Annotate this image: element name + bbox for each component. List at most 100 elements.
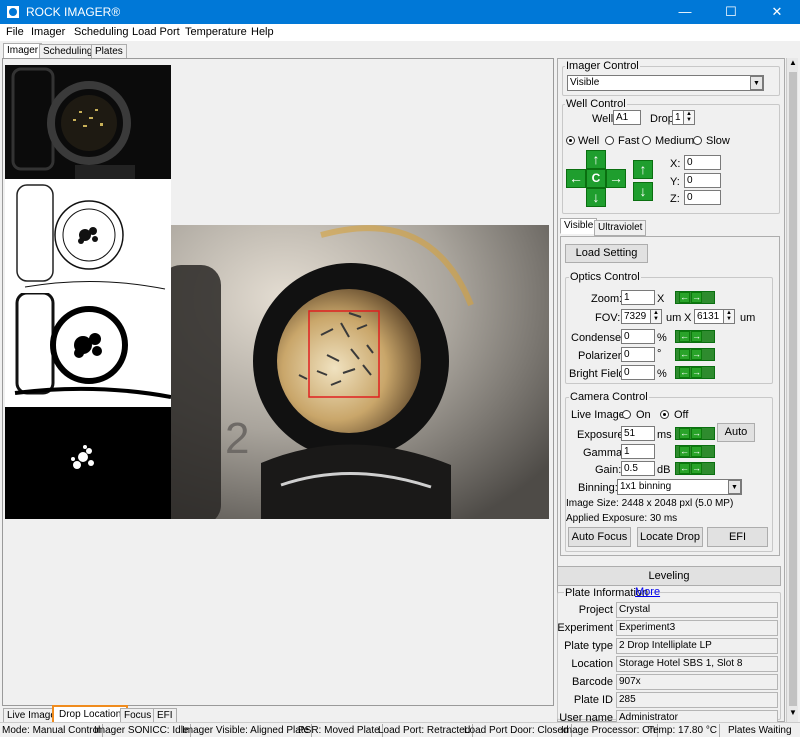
zoom-unit: X (657, 293, 665, 305)
status-temperature: Temp: 17.80 °C (646, 724, 721, 737)
thumbnail-edges[interactable] (5, 179, 171, 293)
efi-button[interactable]: EFI (707, 527, 768, 547)
scroll-up-icon[interactable]: ▲ (787, 58, 799, 70)
condenser-stepper[interactable]: ← → (675, 330, 715, 343)
auto-focus-button[interactable]: Auto Focus (568, 527, 631, 547)
polarizer-input[interactable]: 0 (621, 347, 655, 362)
condenser-input[interactable]: 0 (621, 329, 655, 344)
zoom-stepper[interactable]: ← → (675, 291, 715, 304)
arrow-right-icon[interactable]: → (691, 292, 702, 303)
gain-unit: dB (657, 464, 671, 476)
y-input[interactable]: 0 (684, 173, 721, 188)
auto-exposure-button[interactable]: Auto (717, 423, 755, 442)
plate-info-value: 2 Drop Intelliplate LP (616, 638, 778, 654)
fov-height-input[interactable]: 6131 (694, 309, 724, 324)
z-up-button[interactable]: ↑ (633, 160, 653, 179)
center-button[interactable]: C (586, 169, 606, 188)
live-off-label: Off (674, 409, 689, 421)
zoom-input[interactable]: 1 (621, 290, 655, 305)
menu-load-port[interactable]: Load Port (132, 26, 180, 38)
fov-width-input[interactable]: 7329 (621, 309, 651, 324)
gamma-input[interactable]: 1 (621, 444, 655, 459)
fov-label: FOV: (595, 312, 621, 324)
thumbnail-detection[interactable] (5, 407, 171, 519)
plate-info-value: 285 (616, 692, 778, 708)
arrow-right-icon[interactable]: → (691, 367, 702, 378)
bright-field-stepper[interactable]: ← → (675, 366, 715, 379)
well-input[interactable]: A1 (613, 110, 641, 125)
thumbnail-original[interactable] (5, 65, 171, 179)
arrow-left-icon[interactable]: ← (679, 292, 690, 303)
bright-field-input[interactable]: 0 (621, 365, 655, 380)
speed-label-well: Well (578, 135, 600, 147)
arrow-right-icon[interactable]: → (691, 331, 702, 342)
more-link[interactable]: More (635, 586, 660, 598)
speed-radio-slow[interactable] (693, 136, 702, 145)
move-right-button[interactable]: → (606, 169, 626, 188)
locate-drop-button[interactable]: Locate Drop (637, 527, 703, 547)
scroll-thumb[interactable] (789, 72, 797, 706)
move-left-button[interactable]: ← (566, 169, 586, 188)
live-on-radio[interactable] (622, 410, 631, 419)
maximize-button[interactable]: ☐ (708, 0, 754, 24)
speed-radio-fast[interactable] (605, 136, 614, 145)
scroll-down-icon[interactable]: ▼ (787, 708, 799, 720)
plate-info-key: Barcode (572, 676, 613, 688)
minimize-button[interactable]: — (662, 0, 708, 24)
move-up-button[interactable]: ↑ (586, 150, 606, 169)
plate-info-key: Plate type (564, 640, 613, 652)
exposure-input[interactable]: 51 (621, 426, 655, 441)
fov-width-spinner[interactable]: ▲ ▼ (650, 309, 662, 324)
arrow-left-icon[interactable]: ← (679, 428, 690, 439)
arrow-right-icon[interactable]: → (691, 463, 702, 474)
gamma-stepper[interactable]: ← → (675, 445, 715, 458)
arrow-right-icon[interactable]: → (691, 349, 702, 360)
menu-help[interactable]: Help (251, 26, 274, 38)
gain-stepper[interactable]: ← → (675, 462, 715, 475)
tab-imager[interactable]: Imager (3, 43, 43, 59)
gamma-label: Gamma: (583, 447, 626, 459)
main-drop-image[interactable]: 2 (171, 225, 549, 519)
thumbnail-mask[interactable] (5, 291, 172, 407)
live-off-radio[interactable] (660, 410, 669, 419)
scrollbar[interactable]: ▲ ▼ (786, 58, 798, 722)
z-down-button[interactable]: ↓ (633, 182, 653, 201)
arrow-left-icon[interactable]: ← (679, 331, 690, 342)
gain-input[interactable]: 0.5 (621, 461, 655, 476)
menu-imager[interactable]: Imager (31, 26, 65, 38)
exposure-unit: ms (657, 429, 672, 441)
image-panel: 2 (2, 58, 554, 706)
plate-info-key: Experiment (557, 622, 613, 634)
x-input[interactable]: 0 (684, 155, 721, 170)
close-button[interactable]: ✕ (754, 0, 800, 24)
binning-select[interactable]: 1x1 binning (617, 479, 742, 495)
condenser-unit: % (657, 332, 667, 344)
menu-file[interactable]: File (6, 26, 24, 38)
chevron-down-icon[interactable]: ▼ (728, 480, 741, 494)
arrow-right-icon[interactable]: → (691, 446, 702, 457)
arrow-left-icon[interactable]: ← (679, 463, 690, 474)
arrow-left-icon[interactable]: ← (679, 349, 690, 360)
arrow-right-icon[interactable]: → (691, 428, 702, 439)
speed-radio-well[interactable] (566, 136, 575, 145)
menu-scheduling[interactable]: Scheduling (74, 26, 128, 38)
plate-info-value: Storage Hotel SBS 1, Slot 8 (616, 656, 778, 672)
applied-exposure-text: Applied Exposure: 30 ms (566, 513, 678, 524)
tab-ultraviolet[interactable]: Ultraviolet (594, 220, 647, 236)
status-psr: PSR: Moved Plate (296, 724, 383, 737)
chevron-down-icon[interactable]: ▼ (750, 76, 763, 90)
imager-select[interactable]: Visible (567, 75, 764, 91)
menu-temperature[interactable]: Temperature (185, 26, 247, 38)
load-setting-button[interactable]: Load Setting (565, 244, 648, 263)
arrow-left-icon[interactable]: ← (679, 446, 690, 457)
z-input[interactable]: 0 (684, 190, 721, 205)
speed-radio-medium[interactable] (642, 136, 651, 145)
exposure-stepper[interactable]: ← → (675, 427, 715, 440)
drop-spinner[interactable]: ▲ ▼ (683, 110, 695, 125)
tab-visible[interactable]: Visible (560, 218, 598, 234)
arrow-left-icon[interactable]: ← (679, 367, 690, 378)
fov-height-spinner[interactable]: ▲ ▼ (723, 309, 735, 324)
polarizer-stepper[interactable]: ← → (675, 348, 715, 361)
move-down-button[interactable]: ↓ (586, 188, 606, 207)
leveling-button[interactable]: Leveling (557, 566, 781, 586)
